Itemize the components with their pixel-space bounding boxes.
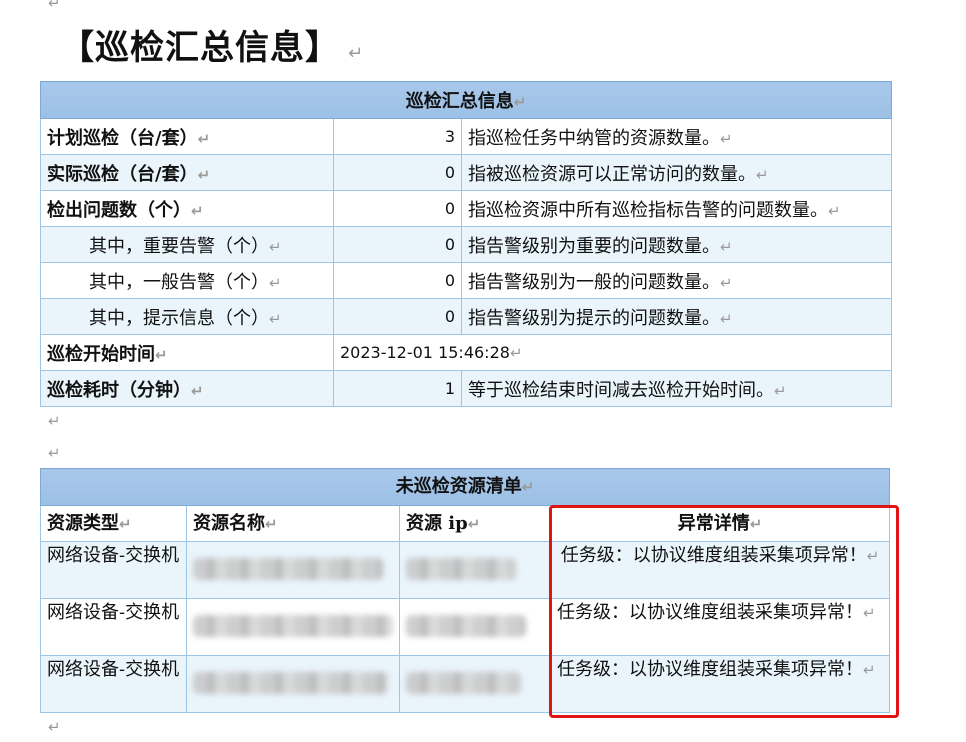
row-value: 0 <box>333 226 462 263</box>
resource-type: 网络设备-交换机 <box>40 598 187 656</box>
row-desc: 指被巡检资源可以正常访问的数量。↵ <box>460 154 893 191</box>
table-row: 巡检耗时（分钟）↵ 1 等于巡检结束时间减去巡检开始时间。↵ <box>40 370 893 407</box>
table-row: 其中，重要告警（个）↵ 0 指告警级别为重要的问题数量。↵ <box>40 226 893 263</box>
table-row: 其中，提示信息（个）↵ 0 指告警级别为提示的问题数量。↵ <box>40 298 893 335</box>
unchecked-header-row: 未巡检资源清单↵ <box>39 468 891 506</box>
table-row: 其中，一般告警（个）↵ 0 指告警级别为一般的问题数量。↵ <box>40 262 893 299</box>
table-row: 巡检开始时间↵ 2023-12-01 15:46:28↵ <box>40 334 893 371</box>
row-value: 0 <box>333 190 462 227</box>
resource-type: 网络设备-交换机 <box>40 541 187 599</box>
unchecked-header: 未巡检资源清单↵ <box>39 468 891 506</box>
table-row: 计划巡检（台/套）↵ 3 指巡检任务中纳管的资源数量。↵ <box>40 118 893 155</box>
row-desc: 指告警级别为重要的问题数量。↵ <box>460 226 893 263</box>
column-header: 资源类型↵ <box>40 505 187 542</box>
row-value: 0 <box>333 154 462 191</box>
summary-header-row: 巡检汇总信息↵ <box>39 81 893 119</box>
row-value: 0 <box>333 298 462 335</box>
row-label: 其中，提示信息（个）↵ <box>40 298 334 335</box>
resource-type: 网络设备-交换机 <box>40 655 187 713</box>
resource-name-redacted <box>186 598 400 656</box>
row-desc: 等于巡检结束时间减去巡检开始时间。↵ <box>460 370 893 407</box>
paragraph-mark: ↵ <box>48 718 61 736</box>
summary-header: 巡检汇总信息↵ <box>39 81 893 119</box>
column-header: 资源 ip↵ <box>399 505 551 542</box>
resource-ip-redacted <box>399 655 551 713</box>
table-row: 实际巡检（台/套）↵ 0 指被巡检资源可以正常访问的数量。↵ <box>40 154 893 191</box>
summary-table: 巡检汇总信息↵ 计划巡检（台/套）↵ 3 指巡检任务中纳管的资源数量。↵ 实际巡… <box>39 81 893 407</box>
resource-ip-redacted <box>399 598 551 656</box>
resource-name-redacted <box>186 655 400 713</box>
row-desc: 指巡检任务中纳管的资源数量。↵ <box>460 118 893 155</box>
row-value: 0 <box>333 262 462 299</box>
paragraph-mark: ↵ <box>348 43 365 64</box>
table-row: 检出问题数（个）↵ 0 指巡检资源中所有巡检指标告警的问题数量。↵ <box>40 190 893 227</box>
row-desc: 指巡检资源中所有巡检指标告警的问题数量。↵ <box>460 190 893 227</box>
row-label: 巡检开始时间↵ <box>40 334 334 371</box>
row-label: 实际巡检（台/套）↵ <box>40 154 334 191</box>
row-desc: 指告警级别为一般的问题数量。↵ <box>460 262 893 299</box>
title-text: 【巡检汇总信息】 <box>60 28 340 68</box>
row-label: 计划巡检（台/套）↵ <box>40 118 334 155</box>
paragraph-mark: ↵ <box>48 444 61 462</box>
paragraph-mark: ↵ <box>48 0 61 12</box>
column-header: 资源名称↵ <box>186 505 400 542</box>
page-title: 【巡检汇总信息】 ↵ <box>60 20 364 69</box>
row-value: 3 <box>333 118 462 155</box>
row-label: 其中，一般告警（个）↵ <box>40 262 334 299</box>
highlight-box <box>549 505 899 718</box>
row-label: 巡检耗时（分钟）↵ <box>40 370 334 407</box>
resource-name-redacted <box>186 541 400 599</box>
paragraph-mark: ↵ <box>48 412 61 430</box>
row-value: 1 <box>333 370 462 407</box>
resource-ip-redacted <box>399 541 551 599</box>
row-label: 其中，重要告警（个）↵ <box>40 226 334 263</box>
row-label: 检出问题数（个）↵ <box>40 190 334 227</box>
start-time-value: 2023-12-01 15:46:28↵ <box>332 334 893 371</box>
row-desc: 指告警级别为提示的问题数量。↵ <box>460 298 893 335</box>
